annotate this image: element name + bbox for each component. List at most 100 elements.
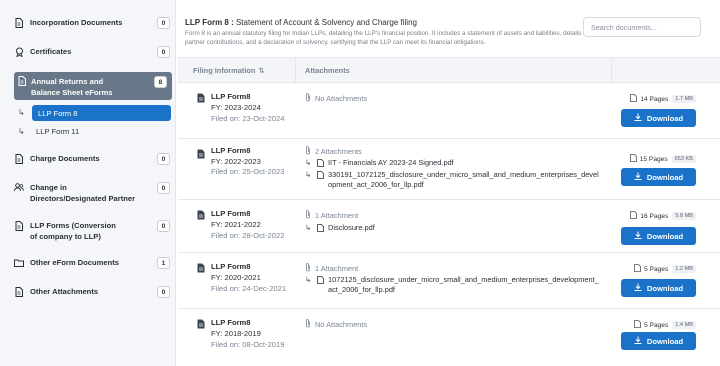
page-info: 16 Pages 5.8 MB xyxy=(630,211,696,221)
download-button[interactable]: Download xyxy=(621,227,696,245)
label-line-1: Change in xyxy=(30,183,67,192)
attachment-item[interactable]: ↳ 1072125_disclosure_under_micro_small_an… xyxy=(305,275,600,295)
column-header-attachments: Attachments xyxy=(305,66,350,75)
attachments-count-label: No Attachments xyxy=(315,320,368,329)
page-info: 5 Pages 1.2 MB xyxy=(634,264,696,274)
attachment-filename: 330191_1072125_disclosure_under_micro_sm… xyxy=(328,170,599,189)
file-icon xyxy=(634,320,641,330)
download-button[interactable]: Download xyxy=(621,332,696,350)
sub-arrow-icon: ↳ xyxy=(305,170,312,179)
attachments-count-label: No Attachments xyxy=(315,94,368,103)
table-row: LLP Form8 FY: 2018-2019 Filed on: 08-Oct… xyxy=(178,310,720,366)
sub-arrow-icon: ↳ xyxy=(305,275,312,284)
label-line-1: LLP Forms (Conversion xyxy=(30,221,116,230)
sub-item-label: LLP Form 11 xyxy=(36,127,80,136)
download-label: Download xyxy=(646,231,684,241)
sidebar-item-label: Certificates xyxy=(30,47,72,56)
file-icon xyxy=(317,159,324,169)
sidebar-item-change-in-directors[interactable]: Change in Directors/Designated Partner 0 xyxy=(14,182,170,204)
count-badge: 0 xyxy=(157,46,170,58)
sidebar-item-annual-returns[interactable]: Annual Returns and Balance Sheet eForms 8 xyxy=(14,72,172,100)
sidebar-item-charge-documents[interactable]: Charge Documents 0 xyxy=(14,153,170,165)
sidebar-item-certificates[interactable]: Certificates 0 xyxy=(14,46,170,58)
sub-arrow-icon: ↳ xyxy=(18,127,25,136)
file-icon xyxy=(634,264,641,274)
file-icon xyxy=(317,171,324,181)
file-size: 5.8 MB xyxy=(672,212,696,220)
document-icon xyxy=(14,220,24,231)
attachment-item[interactable]: ↳ IIT - Financials AY 2023-24 Signed.pdf xyxy=(305,158,600,169)
page-count: 5 Pages xyxy=(644,321,669,329)
paperclip-icon xyxy=(305,146,311,157)
sub-item-llp-form-8-label[interactable]: LLP Form 8 xyxy=(32,105,171,121)
sidebar-item-other-eform-documents[interactable]: Other eForm Documents 1 xyxy=(14,257,170,269)
title-form-description: Statement of Account & Solvency and Char… xyxy=(233,18,417,27)
attachment-item[interactable]: ↳ Disclosure.pdf xyxy=(305,223,600,234)
sub-item-llp-form-11[interactable]: ↳ LLP Form 11 xyxy=(18,127,79,136)
count-badge: 0 xyxy=(157,17,170,29)
attachments-count-label: 1 Attachment xyxy=(315,211,359,220)
download-button[interactable]: Download xyxy=(621,109,696,127)
file-size: 1.4 MB xyxy=(672,321,696,329)
label-line-2: Balance Sheet eForms xyxy=(31,88,113,97)
sidebar-item-label: LLP Forms (Conversion of company to LLP) xyxy=(30,220,157,242)
count-badge: 0 xyxy=(157,153,170,165)
search-input[interactable]: Search documents... xyxy=(583,17,701,37)
attachment-item[interactable]: ↳ 330191_1072125_disclosure_under_micro_s… xyxy=(305,170,600,190)
sidebar-item-incorporation-documents[interactable]: Incorporation Documents 0 xyxy=(14,17,170,29)
download-icon xyxy=(634,283,642,293)
attachments-count: 1 Attachment xyxy=(305,210,358,221)
filing-date: Filed on: 25-Oct-2023 xyxy=(211,167,285,176)
table-row: LLP Form8 FY: 2023-2024 Filed on: 23-Oct… xyxy=(178,84,720,139)
page-count: 14 Pages xyxy=(640,95,669,103)
count-badge: 0 xyxy=(157,182,170,194)
sidebar-item-label: Other Attachments xyxy=(30,287,99,296)
attachments-count: No Attachments xyxy=(305,93,367,104)
paperclip-icon xyxy=(305,93,311,104)
column-divider xyxy=(295,58,296,84)
sidebar-item-label: Annual Returns and Balance Sheet eForms xyxy=(31,76,112,98)
sub-item-llp-form-8[interactable]: ↳ xyxy=(18,108,32,117)
folder-icon xyxy=(14,257,24,268)
sidebar: Incorporation Documents 0 Certificates 0… xyxy=(0,0,176,366)
file-icon xyxy=(317,224,324,234)
attachments-count-label: 2 Attachments xyxy=(315,147,362,156)
paperclip-icon xyxy=(305,319,311,330)
column-header-filing-information[interactable]: Filing Information ⇅ xyxy=(193,66,265,75)
sidebar-item-label: Other eForm Documents xyxy=(30,258,120,267)
page-info: 14 Pages 1.7 MB xyxy=(630,94,696,104)
download-icon xyxy=(634,231,642,241)
page-description: Form 8 is an annual statutory filing for… xyxy=(185,30,589,46)
sidebar-item-other-attachments[interactable]: Other Attachments 0 xyxy=(14,286,170,298)
file-icon xyxy=(630,211,638,221)
filing-name: LLP Form8 xyxy=(211,146,251,155)
count-badge: 0 xyxy=(157,220,170,232)
column-divider xyxy=(611,58,612,84)
table-row: LLP Form8 FY: 2021-2022 Filed on: 28-Oct… xyxy=(178,201,720,253)
paperclip-icon xyxy=(305,210,311,221)
attachments-count: 2 Attachments xyxy=(305,146,362,157)
sidebar-item-llp-forms-conversion[interactable]: LLP Forms (Conversion of company to LLP) … xyxy=(14,220,170,242)
document-icon xyxy=(14,153,24,164)
table-header: Filing Information ⇅ Attachments xyxy=(178,57,720,84)
download-button[interactable]: Download xyxy=(621,279,696,297)
document-icon xyxy=(197,149,205,161)
download-label: Download xyxy=(646,172,684,182)
label-line-2: of company to LLP) xyxy=(30,232,101,241)
page-title: LLP Form 8 : Statement of Account & Solv… xyxy=(185,18,417,27)
sub-arrow-icon: ↳ xyxy=(18,108,25,117)
page-info: 15 Pages 653 KB xyxy=(629,154,696,164)
attachments-count: 1 Attachment xyxy=(305,263,358,274)
filing-fy: FY: 2023-2024 xyxy=(211,103,261,112)
attachment-filename: 1072125_disclosure_under_micro_small_and… xyxy=(328,275,599,294)
file-icon xyxy=(629,154,637,164)
attachments-count: No Attachments xyxy=(305,319,367,330)
sort-icon[interactable]: ⇅ xyxy=(258,66,264,75)
document-icon xyxy=(14,286,24,297)
filing-fy: FY: 2022-2023 xyxy=(211,157,261,166)
filing-name: LLP Form8 xyxy=(211,262,251,271)
page-count: 5 Pages xyxy=(644,265,669,273)
main-content: LLP Form 8 : Statement of Account & Solv… xyxy=(176,0,720,366)
download-label: Download xyxy=(646,113,684,123)
download-button[interactable]: Download xyxy=(621,168,696,186)
